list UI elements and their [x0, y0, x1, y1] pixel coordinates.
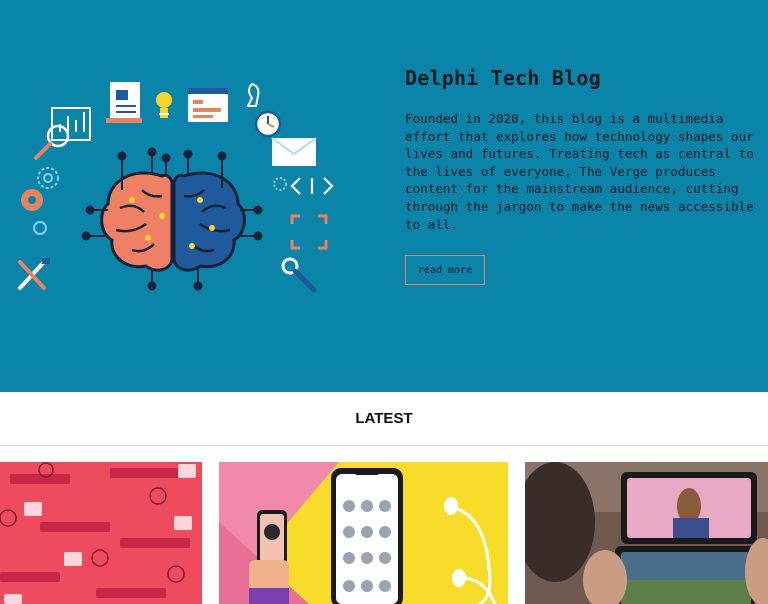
scan-frame-icon: [290, 214, 328, 250]
article-card-2[interactable]: [219, 462, 508, 604]
brain-right-icon: [172, 171, 246, 272]
lightbulb-icon: [156, 92, 172, 118]
wrench-icon: [281, 257, 317, 293]
read-more-button[interactable]: read more: [405, 255, 485, 285]
article-card-3[interactable]: [525, 462, 768, 604]
hero-text-block: Delphi Tech Blog Founded in 2020, this b…: [405, 66, 763, 233]
article-thumbnail-3[interactable]: [525, 462, 768, 604]
chess-knight-icon: [246, 82, 260, 107]
clock-icon: [254, 110, 282, 138]
article-thumbnail-2[interactable]: [219, 462, 508, 604]
blog-title: Delphi Tech Blog: [405, 66, 601, 90]
blog-description: Founded in 2020, this blog is a multimed…: [405, 111, 754, 232]
tools-icon: [18, 258, 50, 290]
article-card-1[interactable]: [0, 462, 202, 604]
code-tag-icon: [290, 177, 334, 195]
browser-window-icon: [188, 88, 228, 122]
latest-section-header: LATEST: [0, 392, 768, 446]
document-icon: [106, 82, 142, 123]
tech-brain-illustration: [18, 82, 334, 293]
section-heading: LATEST: [355, 410, 413, 427]
chart-board-icon: [51, 107, 91, 141]
brain-left-icon: [100, 171, 174, 272]
hero-banner: Delphi Tech Blog Founded in 2020, this b…: [0, 0, 768, 392]
envelope-icon: [271, 137, 317, 166]
article-thumbnail-1[interactable]: [0, 462, 202, 604]
